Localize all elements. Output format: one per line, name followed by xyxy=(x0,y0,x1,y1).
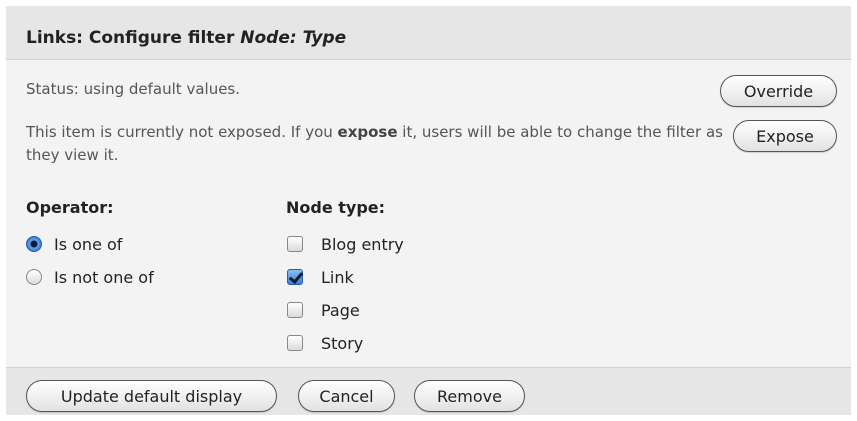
node-type-option-label: Blog entry xyxy=(321,234,404,254)
node-type-heading: Node type: xyxy=(286,198,386,217)
remove-button[interactable]: Remove xyxy=(414,380,525,412)
checkbox-page[interactable] xyxy=(287,302,303,318)
radio-is-one-of[interactable] xyxy=(26,236,42,252)
update-default-display-button[interactable]: Update default display xyxy=(26,380,277,412)
exposure-text: This item is currently not exposed. If y… xyxy=(26,121,726,167)
node-type-option-blog-entry[interactable]: Blog entry xyxy=(287,233,404,255)
node-type-option-label: Link xyxy=(321,267,354,287)
node-type-option-label: Page xyxy=(321,300,360,320)
title-emphasis: Node: Type xyxy=(240,28,347,48)
operator-option-label: Is not one of xyxy=(54,267,154,287)
cancel-button[interactable]: Cancel xyxy=(298,380,395,412)
panel-body: Status: using default values. Override T… xyxy=(6,61,851,366)
node-type-option-story[interactable]: Story xyxy=(287,332,363,354)
operator-heading: Operator: xyxy=(26,198,114,217)
operator-option-label: Is one of xyxy=(54,234,123,254)
radio-is-not-one-of[interactable] xyxy=(26,269,42,285)
operator-option-is-one-of[interactable]: Is one of xyxy=(26,233,122,255)
node-type-option-link[interactable]: Link xyxy=(287,266,354,288)
title-prefix: Links: Configure filter xyxy=(26,28,241,48)
override-button[interactable]: Override xyxy=(720,75,837,107)
checkbox-blog-entry[interactable] xyxy=(287,236,303,252)
filter-config-panel: Links: Configure filter Node: Type Statu… xyxy=(6,6,851,415)
node-type-option-page[interactable]: Page xyxy=(287,299,360,321)
exposure-text-before: This item is currently not exposed. If y… xyxy=(26,123,338,141)
checkbox-story[interactable] xyxy=(287,335,303,351)
expose-button[interactable]: Expose xyxy=(733,120,837,152)
node-type-option-label: Story xyxy=(321,333,364,353)
page-title: Links: Configure filter Node: Type xyxy=(26,28,346,48)
panel-header: Links: Configure filter Node: Type xyxy=(6,6,851,60)
exposure-bold-word: expose xyxy=(337,123,398,141)
operator-option-is-not-one-of[interactable]: Is not one of xyxy=(26,266,154,288)
status-text: Status: using default values. xyxy=(26,80,241,98)
panel-footer: Update default display Cancel Remove xyxy=(6,367,851,415)
checkbox-link[interactable] xyxy=(287,269,303,285)
